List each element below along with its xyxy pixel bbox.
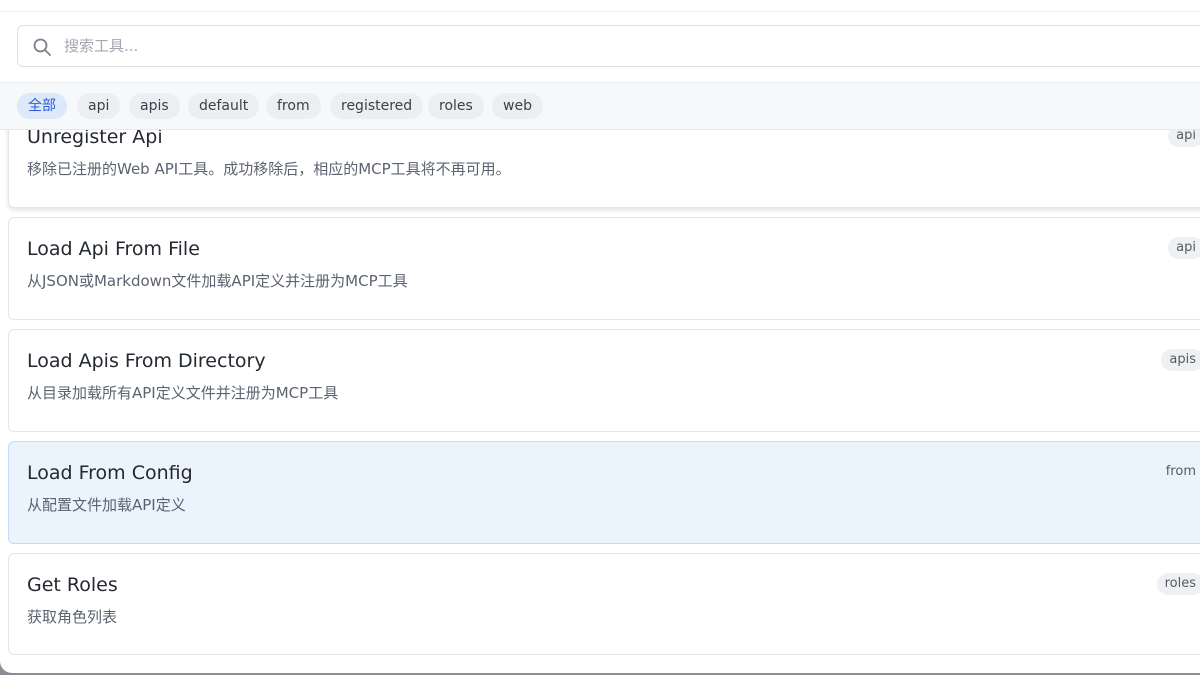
filter-chip-default[interactable]: default <box>188 93 260 119</box>
tool-tag: from <box>1165 464 1196 479</box>
tool-card-load-from-config[interactable]: Load From Config 从配置文件加载API定义 from <box>8 441 1200 544</box>
tool-tag: roles <box>1156 573 1200 595</box>
filter-chip-api[interactable]: api <box>77 93 121 119</box>
tool-card-get-roles[interactable]: Get Roles 获取角色列表 roles <box>8 553 1200 655</box>
tool-description: 移除已注册的Web API工具。成功移除后，相应的MCP工具将不再可用。 <box>27 160 511 178</box>
filter-chip-web[interactable]: web <box>492 93 543 119</box>
tool-title: Load Apis From Directory <box>27 350 266 372</box>
tool-card-load-api-from-file[interactable]: Load Api From File 从JSON或Markdown文件加载API… <box>8 217 1200 320</box>
filter-chip-registered[interactable]: registered <box>330 93 424 119</box>
tool-description: 从JSON或Markdown文件加载API定义并注册为MCP工具 <box>27 272 408 290</box>
tool-title: Load From Config <box>27 462 193 484</box>
tool-browser-window: Unregister Api 移除已注册的Web API工具。成功移除后，相应的… <box>0 0 1200 673</box>
tool-title: Load Api From File <box>27 238 200 260</box>
filter-chip-all[interactable]: 全部 <box>17 93 67 119</box>
tool-description: 从配置文件加载API定义 <box>27 496 186 514</box>
filter-chip-roles[interactable]: roles <box>428 93 484 119</box>
tool-tag: api <box>1168 237 1200 259</box>
filter-chip-from[interactable]: from <box>266 93 321 119</box>
filter-tag-bar: 全部 api apis default from registered role… <box>0 82 1200 130</box>
tool-description: 获取角色列表 <box>27 608 118 626</box>
tool-tag: apis <box>1161 349 1200 371</box>
tool-card-load-apis-from-directory[interactable]: Load Apis From Directory 从目录加载所有API定义文件并… <box>8 329 1200 432</box>
tool-description: 从目录加载所有API定义文件并注册为MCP工具 <box>27 384 339 402</box>
tool-title: Get Roles <box>27 574 118 596</box>
filter-chip-apis[interactable]: apis <box>129 93 180 119</box>
